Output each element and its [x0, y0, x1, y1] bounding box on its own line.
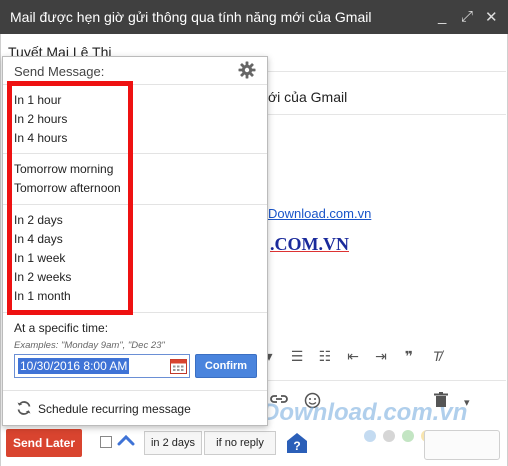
indent-more-icon[interactable]: ⇥: [374, 348, 388, 365]
option-tomorrow-morning[interactable]: Tomorrow morning: [14, 162, 113, 176]
chevron-up-icon[interactable]: [117, 433, 135, 447]
option-in-2-hours[interactable]: In 2 hours: [14, 112, 67, 126]
clear-formatting-icon[interactable]: T̸: [430, 348, 444, 365]
reminder-condition-select[interactable]: if no reply: [204, 431, 276, 455]
reminder-checkbox[interactable]: [100, 436, 112, 448]
refresh-icon: [17, 401, 31, 415]
compose-title: Mail được hẹn giờ gửi thông qua tính năn…: [10, 9, 372, 25]
popup-header: Send Message:: [14, 64, 105, 79]
numbered-list-icon[interactable]: ☰: [290, 348, 304, 365]
expand-icon[interactable]: ⤢: [461, 8, 473, 25]
color-palette-widget[interactable]: [424, 430, 500, 460]
svg-text:?: ?: [293, 439, 300, 453]
more-options-icon[interactable]: ▾: [464, 396, 470, 409]
divider: [3, 84, 267, 85]
bulleted-list-icon[interactable]: ☷: [318, 348, 332, 365]
datetime-value: 10/30/2016 8:00 AM: [18, 358, 130, 374]
option-in-4-days[interactable]: In 4 days: [14, 232, 63, 246]
divider: [268, 114, 506, 115]
send-later-popup: Send Message: In 1 hour In 2 hours In 4 …: [2, 56, 268, 426]
divider: [268, 380, 506, 381]
trash-icon[interactable]: [434, 392, 448, 413]
calendar-icon[interactable]: [170, 358, 187, 374]
quote-icon[interactable]: ❞: [402, 348, 416, 365]
divider: [3, 312, 267, 313]
divider: [3, 153, 267, 154]
close-icon[interactable]: ✕: [485, 8, 498, 26]
help-icon[interactable]: ?: [286, 432, 308, 454]
gear-icon[interactable]: [238, 61, 256, 79]
body-link[interactable]: Download.com.vn: [268, 206, 371, 221]
send-later-button[interactable]: Send Later: [6, 429, 82, 457]
body-heading-text: .COM.VN: [270, 234, 349, 254]
option-in-2-weeks[interactable]: In 2 weeks: [14, 270, 71, 284]
compose-titlebar: Mail được hẹn giờ gửi thông qua tính năn…: [0, 0, 508, 34]
link-icon[interactable]: [270, 392, 288, 411]
option-in-1-hour[interactable]: In 1 hour: [14, 93, 61, 107]
examples-hint: Examples: "Monday 9am", "Dec 23": [14, 340, 165, 351]
option-in-1-week[interactable]: In 1 week: [14, 251, 65, 265]
option-in-4-hours[interactable]: In 4 hours: [14, 131, 67, 145]
specific-time-label: At a specific time:: [14, 321, 109, 335]
option-in-2-days[interactable]: In 2 days: [14, 213, 63, 227]
subject-field[interactable]: ới của Gmail: [268, 89, 347, 105]
divider: [3, 390, 267, 391]
reminder-delay-select[interactable]: in 2 days: [144, 431, 202, 455]
compose-tools-row: ▾: [262, 392, 508, 414]
divider: [268, 71, 506, 72]
option-in-1-month[interactable]: In 1 month: [14, 289, 71, 303]
divider: [3, 204, 267, 205]
schedule-recurring-link[interactable]: Schedule recurring message: [38, 402, 191, 416]
formatting-toolbar: ▾ ☰ ☷ ⇤ ⇥ ❞ T̸: [262, 348, 444, 365]
option-tomorrow-afternoon[interactable]: Tomorrow afternoon: [14, 181, 121, 195]
datetime-input[interactable]: 10/30/2016 8:00 AM: [14, 354, 190, 378]
minimize-icon[interactable]: _: [438, 8, 446, 25]
emoji-icon[interactable]: [304, 392, 321, 414]
indent-less-icon[interactable]: ⇤: [346, 348, 360, 365]
confirm-button[interactable]: Confirm: [195, 354, 257, 378]
